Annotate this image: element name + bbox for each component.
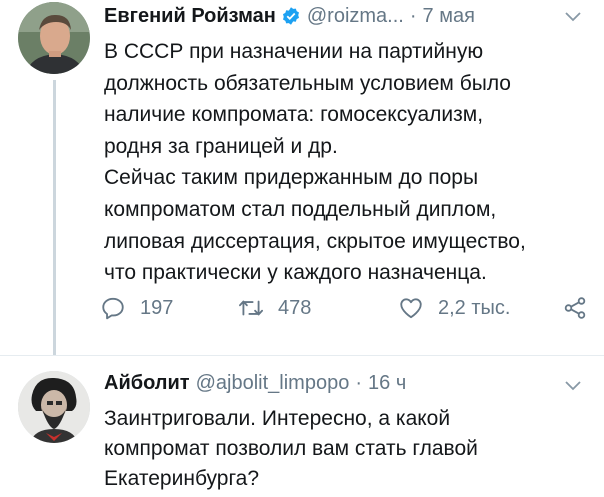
tweet-timestamp[interactable]: 7 мая: [423, 5, 475, 28]
tweet-actions: 197 478 2,2 тыс.: [100, 292, 595, 324]
retweet-button[interactable]: 478: [238, 292, 311, 324]
chevron-down-icon[interactable]: [564, 379, 582, 391]
tweet-reply[interactable]: Айболит @ajbolit_limpopo · 16 ч Заинтриг…: [0, 356, 604, 497]
avatar-ajbolit[interactable]: [18, 371, 90, 443]
reply-button[interactable]: 197: [100, 292, 173, 324]
author-handle[interactable]: @ajbolit_limpopo: [196, 372, 350, 395]
like-count: 2,2 тыс.: [438, 296, 511, 319]
thread-line: [53, 80, 56, 356]
author-name[interactable]: Айболит: [104, 372, 190, 395]
author-name[interactable]: Евгений Ройзман: [104, 5, 276, 28]
tweet-timestamp[interactable]: 16 ч: [368, 372, 406, 395]
reply-count: 197: [140, 296, 174, 319]
verified-badge-icon: [282, 7, 299, 25]
reply-icon: [102, 297, 124, 320]
retweet-icon: [239, 300, 263, 316]
tweet-main[interactable]: Евгений Ройзман @roizma... · 7 мая В ССС…: [0, 0, 604, 356]
share-icon: [564, 297, 586, 319]
avatar-roizman[interactable]: [18, 2, 90, 74]
tweet-header: Евгений Ройзман @roizma... · 7 мая: [104, 1, 475, 31]
like-button[interactable]: 2,2 тыс.: [398, 292, 510, 324]
separator-dot: ·: [409, 4, 417, 27]
heart-icon: [400, 298, 422, 319]
share-button[interactable]: [562, 292, 588, 324]
avatar-image: [18, 2, 90, 74]
tweet-header: Айболит @ajbolit_limpopo · 16 ч: [104, 368, 406, 398]
avatar-image: [18, 371, 90, 443]
author-handle[interactable]: @roizma...: [307, 5, 404, 28]
separator-dot: ·: [355, 371, 363, 394]
retweet-count: 478: [278, 296, 312, 319]
chevron-down-icon[interactable]: [564, 10, 582, 22]
tweet-text: В СССР при назначении на партийную должн…: [104, 40, 526, 285]
tweet-text: Заинтриговали. Интересно, а какой компро…: [104, 407, 478, 490]
